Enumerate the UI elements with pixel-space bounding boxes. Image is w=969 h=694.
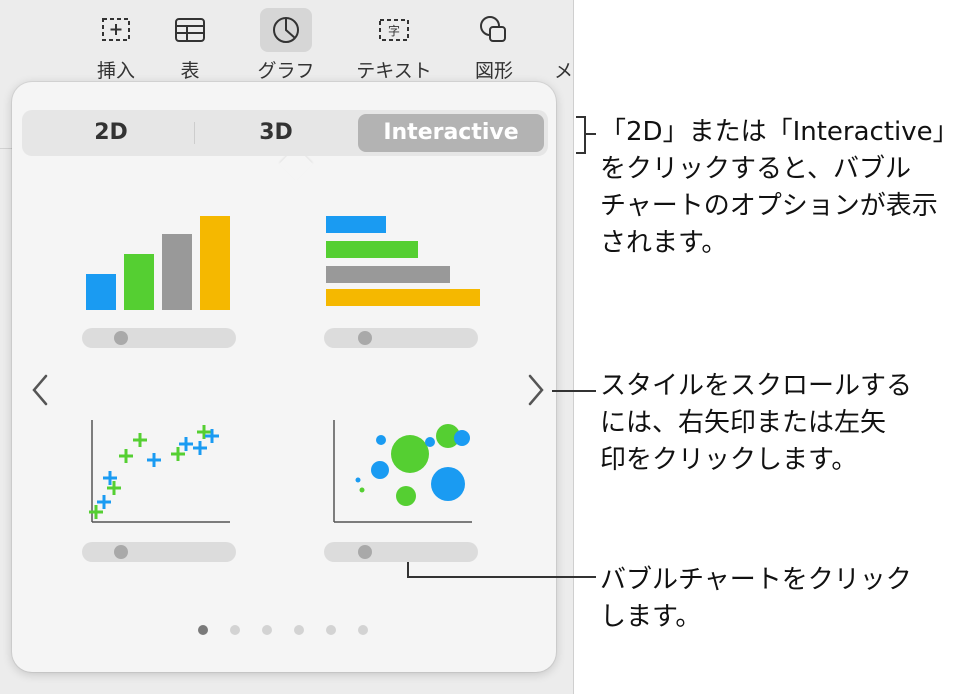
column-chart-thumbnail[interactable] — [82, 212, 242, 342]
scatter-marker — [179, 437, 193, 451]
slider-knob[interactable] — [114, 545, 128, 559]
chevron-right-icon — [528, 374, 544, 406]
scatter-marker — [119, 449, 133, 463]
insert-icon — [90, 8, 142, 52]
slider-knob[interactable] — [114, 331, 128, 345]
chart-label: グラフ — [257, 60, 315, 82]
callout-bracket — [584, 116, 586, 154]
page-dot[interactable] — [198, 625, 208, 635]
shape-label: 図形 — [474, 60, 513, 82]
bar-chart-style-slider[interactable] — [324, 328, 478, 348]
page-dot[interactable] — [358, 625, 368, 635]
toolbar: 挿入 表 グラフ 字 テキスト 図形 メ — [0, 0, 574, 92]
chart-popover: 2D 3D Interactive — [12, 82, 556, 672]
scatter-marker — [133, 433, 147, 447]
text-button[interactable]: 字 テキスト — [348, 8, 440, 84]
bar-chart-thumbnail[interactable] — [324, 212, 484, 342]
callout-bracket-bottom — [576, 152, 584, 154]
shape-button[interactable]: 図形 — [448, 8, 540, 84]
chevron-left-icon — [32, 374, 48, 406]
scatter-marker — [89, 505, 103, 519]
callout-tabs-text: 「2D」または「Interactive」 をクリックすると、バブル チャートのオ… — [600, 117, 959, 258]
callout-line-bubble — [407, 576, 596, 578]
callout-arrows-text: スタイルをスクロールする には、右矢印または左矢 印をクリックします。 — [600, 371, 913, 475]
scatter-marker — [147, 453, 161, 467]
tab-interactive[interactable]: Interactive — [358, 114, 544, 152]
callout-line-tabs — [584, 133, 596, 135]
tab-3d[interactable]: 3D — [194, 114, 358, 152]
bar-chart-icon — [326, 216, 480, 306]
bubble-chart-icon — [333, 420, 472, 523]
scatter-marker — [171, 447, 185, 461]
column-chart-icon — [86, 216, 230, 310]
next-arrow[interactable] — [520, 370, 550, 410]
page-dot[interactable] — [262, 625, 272, 635]
page-dot[interactable] — [230, 625, 240, 635]
slider-knob[interactable] — [358, 545, 372, 559]
table-icon — [164, 8, 216, 52]
page-dot[interactable] — [326, 625, 336, 635]
tab-2d[interactable]: 2D — [28, 114, 194, 152]
scatter-chart-thumbnail[interactable] — [82, 416, 242, 546]
toolbar-more-label[interactable]: メ — [554, 56, 573, 83]
scatter-marker — [97, 495, 111, 509]
svg-text:字: 字 — [388, 23, 400, 38]
chart-type-segmented-control: 2D 3D Interactive — [22, 110, 548, 156]
shape-icon — [468, 8, 520, 52]
page-dot[interactable] — [294, 625, 304, 635]
chart-icon — [260, 8, 312, 52]
table-label: 表 — [180, 60, 200, 82]
column-chart-style-slider[interactable] — [82, 328, 236, 348]
scatter-chart-style-slider[interactable] — [82, 542, 236, 562]
text-label: テキスト — [356, 60, 432, 82]
callout-bubble-text: バブルチャートをクリック します。 — [600, 565, 912, 632]
callout-bracket-top — [576, 116, 584, 118]
text-icon: 字 — [368, 8, 420, 52]
scatter-chart-icon — [89, 420, 230, 523]
prev-arrow[interactable] — [26, 370, 56, 410]
callout-line-arrows — [552, 390, 596, 392]
chart-button[interactable]: グラフ — [240, 8, 332, 84]
table-button[interactable]: 表 — [144, 8, 236, 84]
bubble-chart-style-slider[interactable] — [324, 542, 478, 562]
bubble-chart-thumbnail[interactable] — [324, 416, 484, 546]
slider-knob[interactable] — [358, 331, 372, 345]
scatter-marker — [193, 441, 207, 455]
